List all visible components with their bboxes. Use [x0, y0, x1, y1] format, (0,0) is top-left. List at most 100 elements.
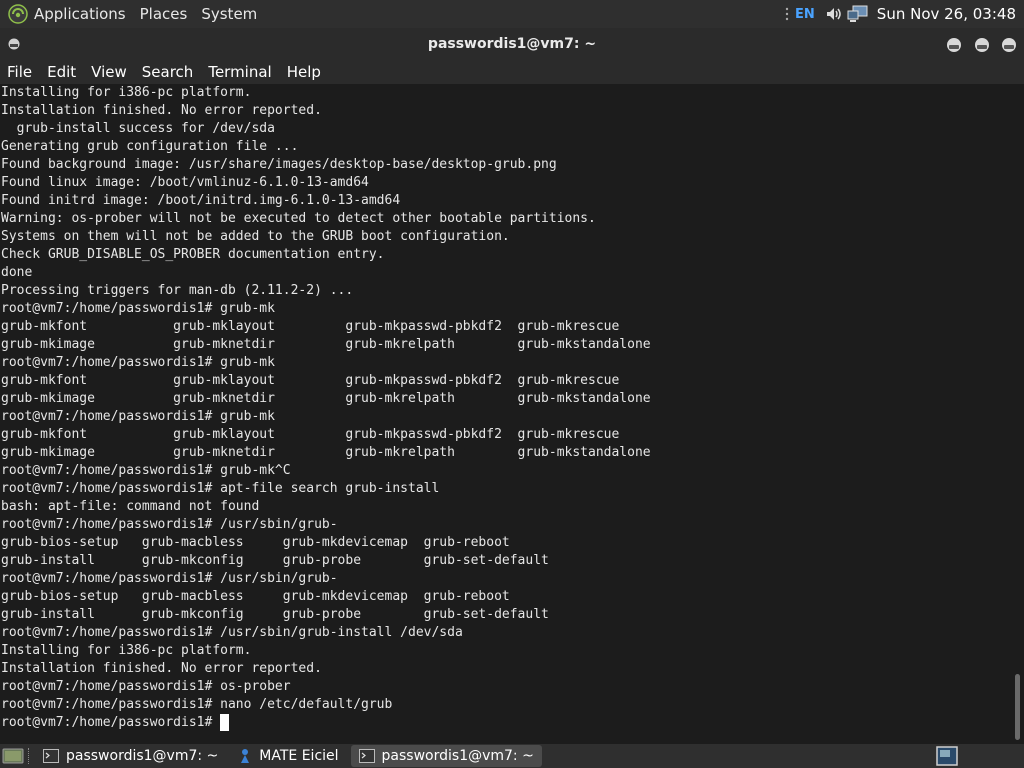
workspace-switcher-icon[interactable]	[936, 746, 958, 766]
terminal-line: root@vm7:/home/passwordis1# /usr/sbin/gr…	[0, 624, 1012, 642]
top-panel: Applications Places System EN Sun Nov 26…	[0, 0, 1024, 28]
terminal-menubar: File Edit View Search Terminal Help	[0, 60, 1024, 84]
terminal-line: Found initrd image: /boot/initrd.img-6.1…	[0, 192, 1012, 210]
terminal-line: root@vm7:/home/passwordis1#	[0, 714, 1012, 732]
terminal-line-text: grub-mkimage grub-mknetdir grub-mkrelpat…	[1, 445, 651, 460]
terminal-line: Installation finished. No error reported…	[0, 102, 1012, 120]
terminal-line: grub-mkimage grub-mknetdir grub-mkrelpat…	[0, 444, 1012, 462]
scrollbar-thumb[interactable]	[1015, 674, 1020, 740]
terminal-line-text: grub-install grub-mkconfig grub-probe gr…	[1, 553, 549, 568]
text-cursor	[220, 714, 230, 731]
terminal-line: grub-mkfont grub-mklayout grub-mkpasswd-…	[0, 318, 1012, 336]
terminal-line: Found background image: /usr/share/image…	[0, 156, 1012, 174]
terminal-line: root@vm7:/home/passwordis1# grub-mk	[0, 408, 1012, 426]
terminal-line: grub-bios-setup grub-macbless grub-mkdev…	[0, 588, 1012, 606]
show-desktop-icon[interactable]	[2, 746, 24, 766]
terminal-line-text: grub-bios-setup grub-macbless grub-mkdev…	[1, 535, 510, 550]
terminal-line: root@vm7:/home/passwordis1# grub-mk^C	[0, 462, 1012, 480]
terminal-line-text: root@vm7:/home/passwordis1# nano /etc/de…	[1, 697, 393, 712]
applications-menu[interactable]: Applications	[34, 5, 126, 23]
terminal-line-text: Found background image: /usr/share/image…	[1, 157, 557, 172]
terminal-line: root@vm7:/home/passwordis1# apt-file sea…	[0, 480, 1012, 498]
terminal-line: Processing triggers for man-db (2.11.2-2…	[0, 282, 1012, 300]
network-icon[interactable]	[847, 5, 869, 23]
minimize-icon[interactable]	[946, 37, 962, 53]
terminal-line-text: root@vm7:/home/passwordis1# /usr/sbin/gr…	[1, 625, 463, 640]
taskbar-item-label: passwordis1@vm7: ~	[66, 748, 219, 764]
terminal-line: grub-mkfont grub-mklayout grub-mkpasswd-…	[0, 372, 1012, 390]
mate-logo-icon[interactable]	[8, 4, 28, 24]
menu-help[interactable]: Help	[287, 63, 321, 81]
terminal-line: Found linux image: /boot/vmlinuz-6.1.0-1…	[0, 174, 1012, 192]
window-titlebar[interactable]: passwordis1@vm7: ~	[0, 28, 1024, 60]
terminal-line-text: grub-mkimage grub-mknetdir grub-mkrelpat…	[1, 337, 651, 352]
terminal-line-text: root@vm7:/home/passwordis1# grub-mk	[1, 355, 275, 370]
taskbar-separator	[28, 748, 31, 764]
terminal-line-text: Found linux image: /boot/vmlinuz-6.1.0-1…	[1, 175, 369, 190]
terminal-line: root@vm7:/home/passwordis1# nano /etc/de…	[0, 696, 1012, 714]
terminal-line-text: Warning: os-prober will not be executed …	[1, 211, 596, 226]
terminal-line-text: root@vm7:/home/passwordis1#	[1, 715, 221, 730]
taskbar-item-eiciel[interactable]: MATE Eiciel	[230, 745, 346, 767]
menu-terminal[interactable]: Terminal	[208, 63, 271, 81]
terminal-line: root@vm7:/home/passwordis1# grub-mk	[0, 354, 1012, 372]
terminal-line: grub-bios-setup grub-macbless grub-mkdev…	[0, 534, 1012, 552]
menu-file[interactable]: File	[7, 63, 32, 81]
volume-icon[interactable]	[825, 5, 843, 23]
terminal-line-text: grub-mkfont grub-mklayout grub-mkpasswd-…	[1, 319, 620, 334]
terminal-line: root@vm7:/home/passwordis1# grub-mk	[0, 300, 1012, 318]
maximize-icon[interactable]	[974, 37, 990, 53]
terminal-line-text: root@vm7:/home/passwordis1# /usr/sbin/gr…	[1, 517, 338, 532]
terminal-line-text: root@vm7:/home/passwordis1# /usr/sbin/gr…	[1, 571, 338, 586]
terminal-line-text: Generating grub configuration file ...	[1, 139, 299, 154]
terminal-line: Systems on them will not be added to the…	[0, 228, 1012, 246]
terminal-output[interactable]: Installing for i386-pc platform. Installa…	[0, 84, 1012, 744]
system-menu[interactable]: System	[201, 5, 257, 23]
terminal-line: grub-install grub-mkconfig grub-probe gr…	[0, 606, 1012, 624]
terminal-line: grub-install success for /dev/sda	[0, 120, 1012, 138]
places-menu[interactable]: Places	[140, 5, 188, 23]
drag-handle-icon	[785, 7, 789, 21]
eiciel-icon	[241, 749, 250, 763]
menu-view[interactable]: View	[91, 63, 127, 81]
terminal-line-text: root@vm7:/home/passwordis1# grub-mk	[1, 301, 275, 316]
terminal-line-text: bash: apt-file: command not found	[1, 499, 260, 514]
window-title: passwordis1@vm7: ~	[427, 36, 597, 52]
terminal-line: bash: apt-file: command not found	[0, 498, 1012, 516]
terminal-line-text: root@vm7:/home/passwordis1# os-prober	[1, 679, 291, 694]
terminal-line-text: grub-mkfont grub-mklayout grub-mkpasswd-…	[1, 373, 620, 388]
terminal-icon	[43, 749, 59, 763]
terminal-scrollbar[interactable]	[1012, 84, 1024, 744]
taskbar-item-label: MATE Eiciel	[259, 748, 339, 764]
terminal-line-text: done	[1, 265, 33, 280]
terminal-line-text: Installation finished. No error reported…	[1, 661, 322, 676]
terminal-line: grub-mkimage grub-mknetdir grub-mkrelpat…	[0, 390, 1012, 408]
terminal-line-text: grub-install success for /dev/sda	[1, 121, 275, 136]
terminal-line-text: Systems on them will not be added to the…	[1, 229, 510, 244]
keyboard-layout-indicator[interactable]: EN	[795, 7, 815, 22]
terminal-icon	[358, 749, 375, 763]
terminal-line-text: grub-mkimage grub-mknetdir grub-mkrelpat…	[1, 391, 651, 406]
terminal-line: Warning: os-prober will not be executed …	[0, 210, 1012, 228]
terminal-line: grub-mkimage grub-mknetdir grub-mkrelpat…	[0, 336, 1012, 354]
terminal-line-text: Check GRUB_DISABLE_OS_PROBER documentati…	[1, 247, 385, 262]
menu-edit[interactable]: Edit	[47, 63, 76, 81]
terminal-line: grub-install grub-mkconfig grub-probe gr…	[0, 552, 1012, 570]
terminal-line-text: grub-bios-setup grub-macbless grub-mkdev…	[1, 589, 510, 604]
taskbar-item-terminal-1[interactable]: passwordis1@vm7: ~	[35, 745, 226, 767]
window-menu-icon[interactable]	[8, 38, 20, 50]
terminal-line: Check GRUB_DISABLE_OS_PROBER documentati…	[0, 246, 1012, 264]
terminal-line: Installing for i386-pc platform.	[0, 84, 1012, 102]
terminal-line-text: Installing for i386-pc platform.	[1, 643, 252, 658]
terminal-line-text: Installing for i386-pc platform.	[1, 85, 252, 100]
menu-search[interactable]: Search	[142, 63, 194, 81]
taskbar-item-terminal-2[interactable]: passwordis1@vm7: ~	[350, 745, 542, 767]
terminal-line: Installing for i386-pc platform.	[0, 642, 1012, 660]
terminal-line-text: Installation finished. No error reported…	[1, 103, 322, 118]
terminal-line: Installation finished. No error reported…	[0, 660, 1012, 678]
clock[interactable]: Sun Nov 26, 03:48	[877, 5, 1016, 23]
terminal-line-text: root@vm7:/home/passwordis1# apt-file sea…	[1, 481, 440, 496]
close-icon[interactable]	[1001, 37, 1017, 53]
terminal-line: root@vm7:/home/passwordis1# /usr/sbin/gr…	[0, 570, 1012, 588]
terminal-line: root@vm7:/home/passwordis1# os-prober	[0, 678, 1012, 696]
